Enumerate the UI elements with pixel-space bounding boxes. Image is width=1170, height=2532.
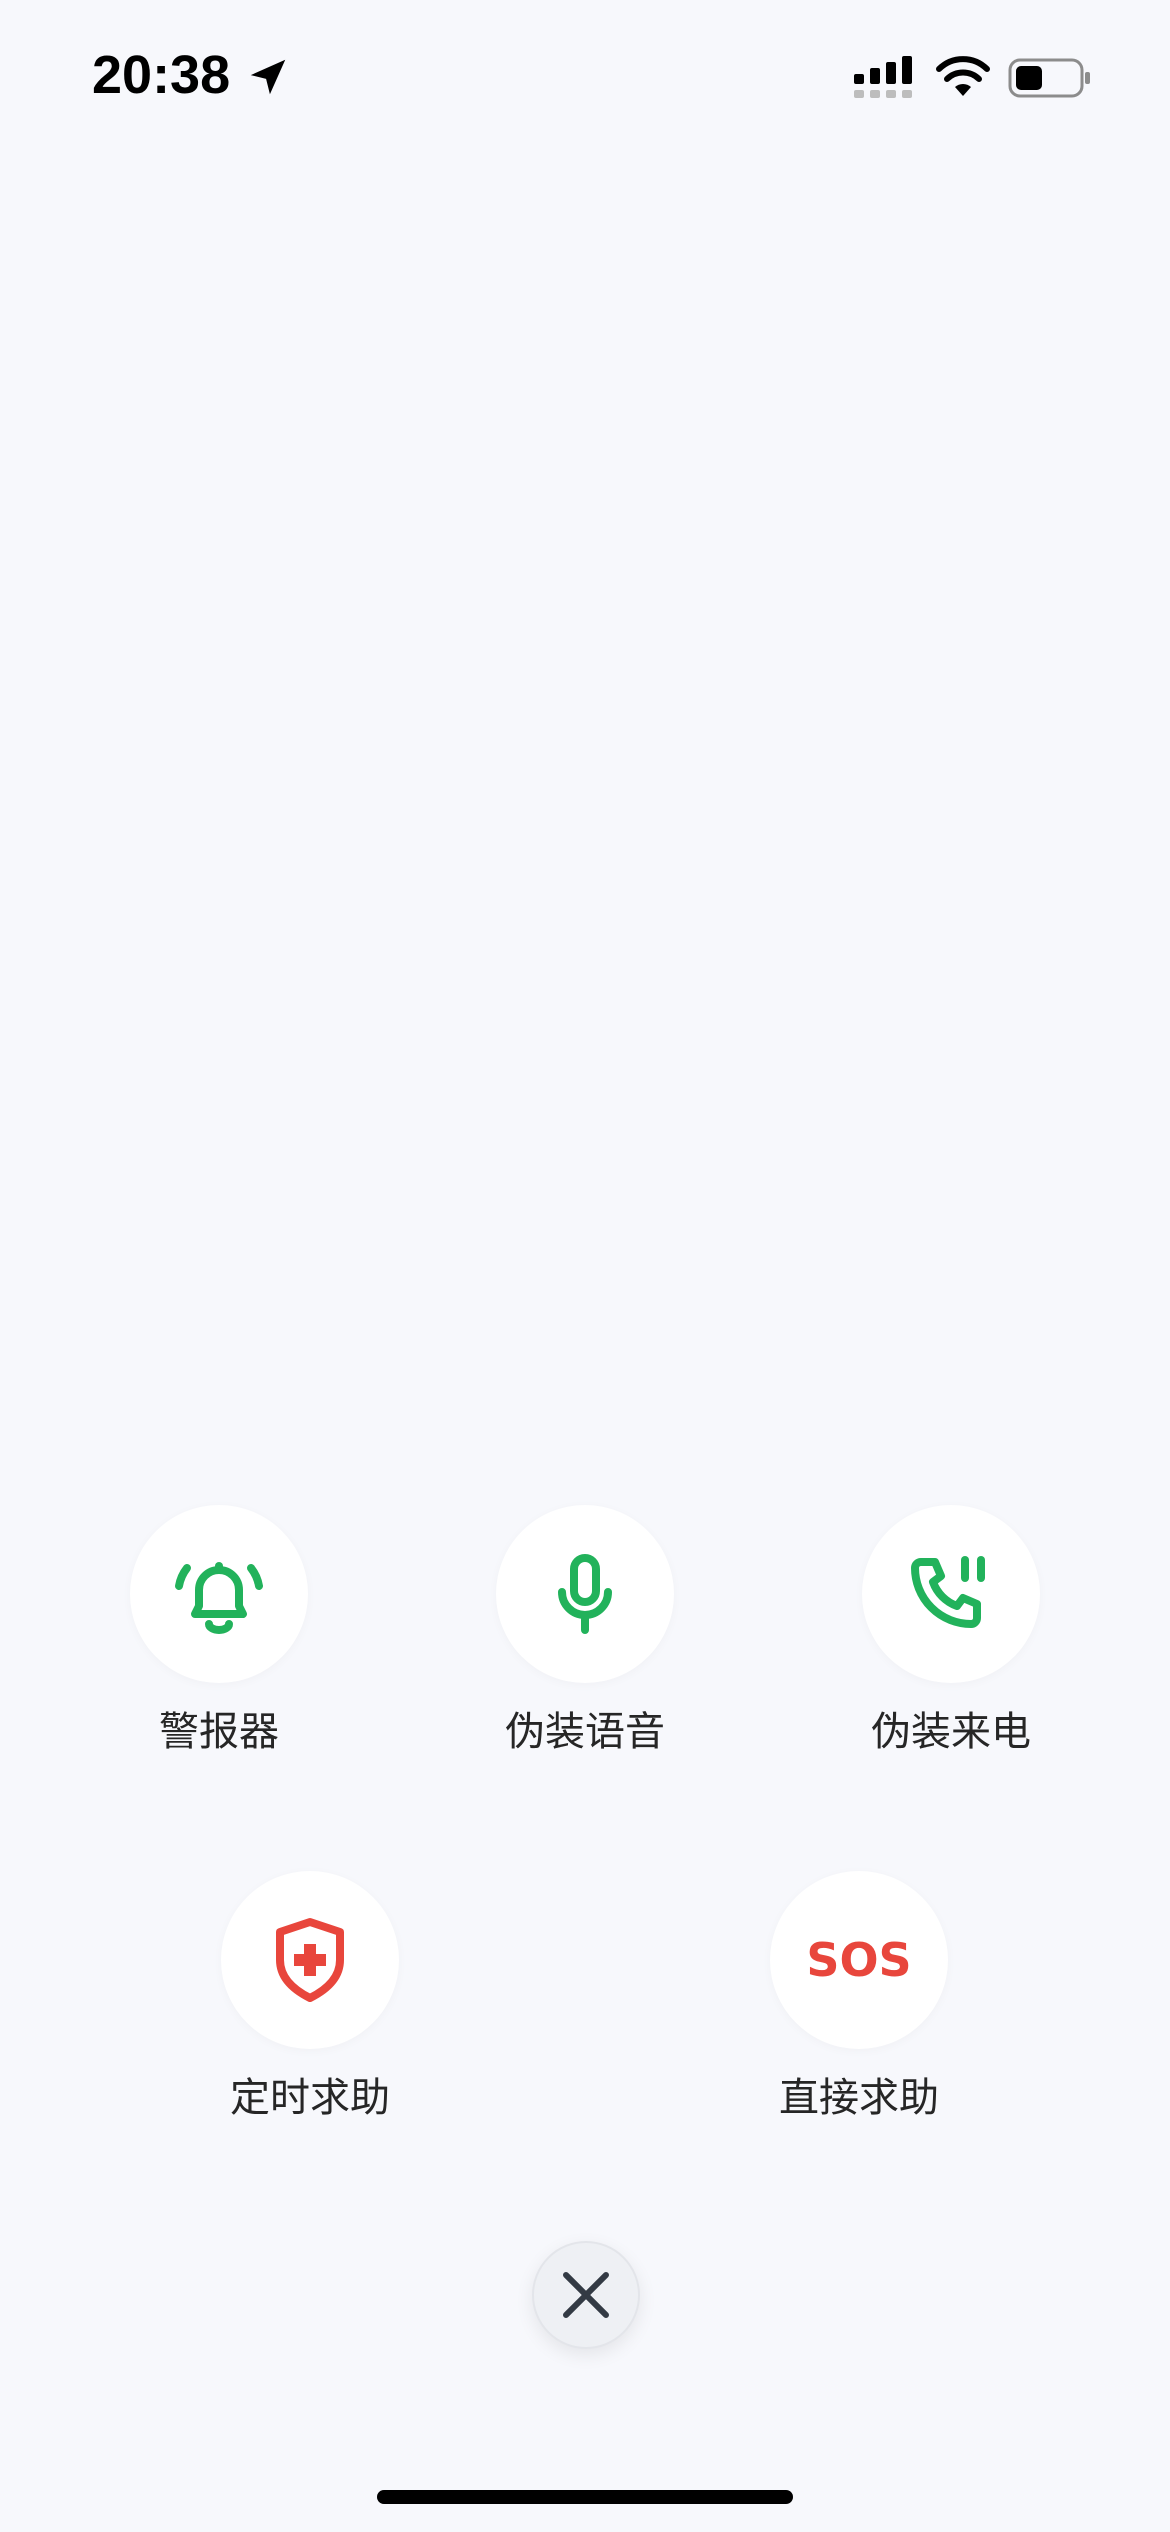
phone-call-icon <box>911 1556 985 1628</box>
alarm-label: 警报器 <box>159 1709 279 1755</box>
microphone-icon <box>558 1554 612 1634</box>
wifi-icon <box>936 56 990 96</box>
close-button[interactable] <box>532 2241 640 2349</box>
fake-voice-action[interactable]: 伪装语音 <box>465 1505 705 1757</box>
timed-help-action[interactable]: 定时求助 <box>190 1871 430 2123</box>
home-indicator[interactable] <box>377 2490 793 2504</box>
timed-help-label: 定时求助 <box>230 2075 390 2121</box>
cellular-signal-icon <box>854 56 912 98</box>
alarm-button[interactable] <box>130 1505 308 1683</box>
timed-help-button[interactable] <box>221 1871 399 2049</box>
fake-voice-label: 伪装语音 <box>505 1709 665 1755</box>
close-icon <box>563 2272 609 2318</box>
battery-icon <box>1008 58 1090 98</box>
alarm-action[interactable]: 警报器 <box>99 1505 339 1757</box>
status-bar: 20:38 <box>0 0 1170 150</box>
direct-help-label: 直接求助 <box>779 2075 939 2121</box>
location-arrow-icon <box>250 59 286 95</box>
shield-medical-icon <box>276 1918 344 2002</box>
direct-help-action[interactable]: SOS 直接求助 <box>739 1871 979 2123</box>
fake-voice-button[interactable] <box>496 1505 674 1683</box>
svg-text:SOS: SOS <box>806 1933 911 1987</box>
status-time: 20:38 <box>92 45 231 105</box>
sos-icon: SOS <box>806 1933 911 1987</box>
direct-help-button[interactable]: SOS <box>770 1871 948 2049</box>
fake-call-label: 伪装来电 <box>871 1709 1031 1755</box>
fake-call-action[interactable]: 伪装来电 <box>831 1505 1071 1757</box>
fake-call-button[interactable] <box>862 1505 1040 1683</box>
bell-alarm-icon <box>175 1562 263 1634</box>
